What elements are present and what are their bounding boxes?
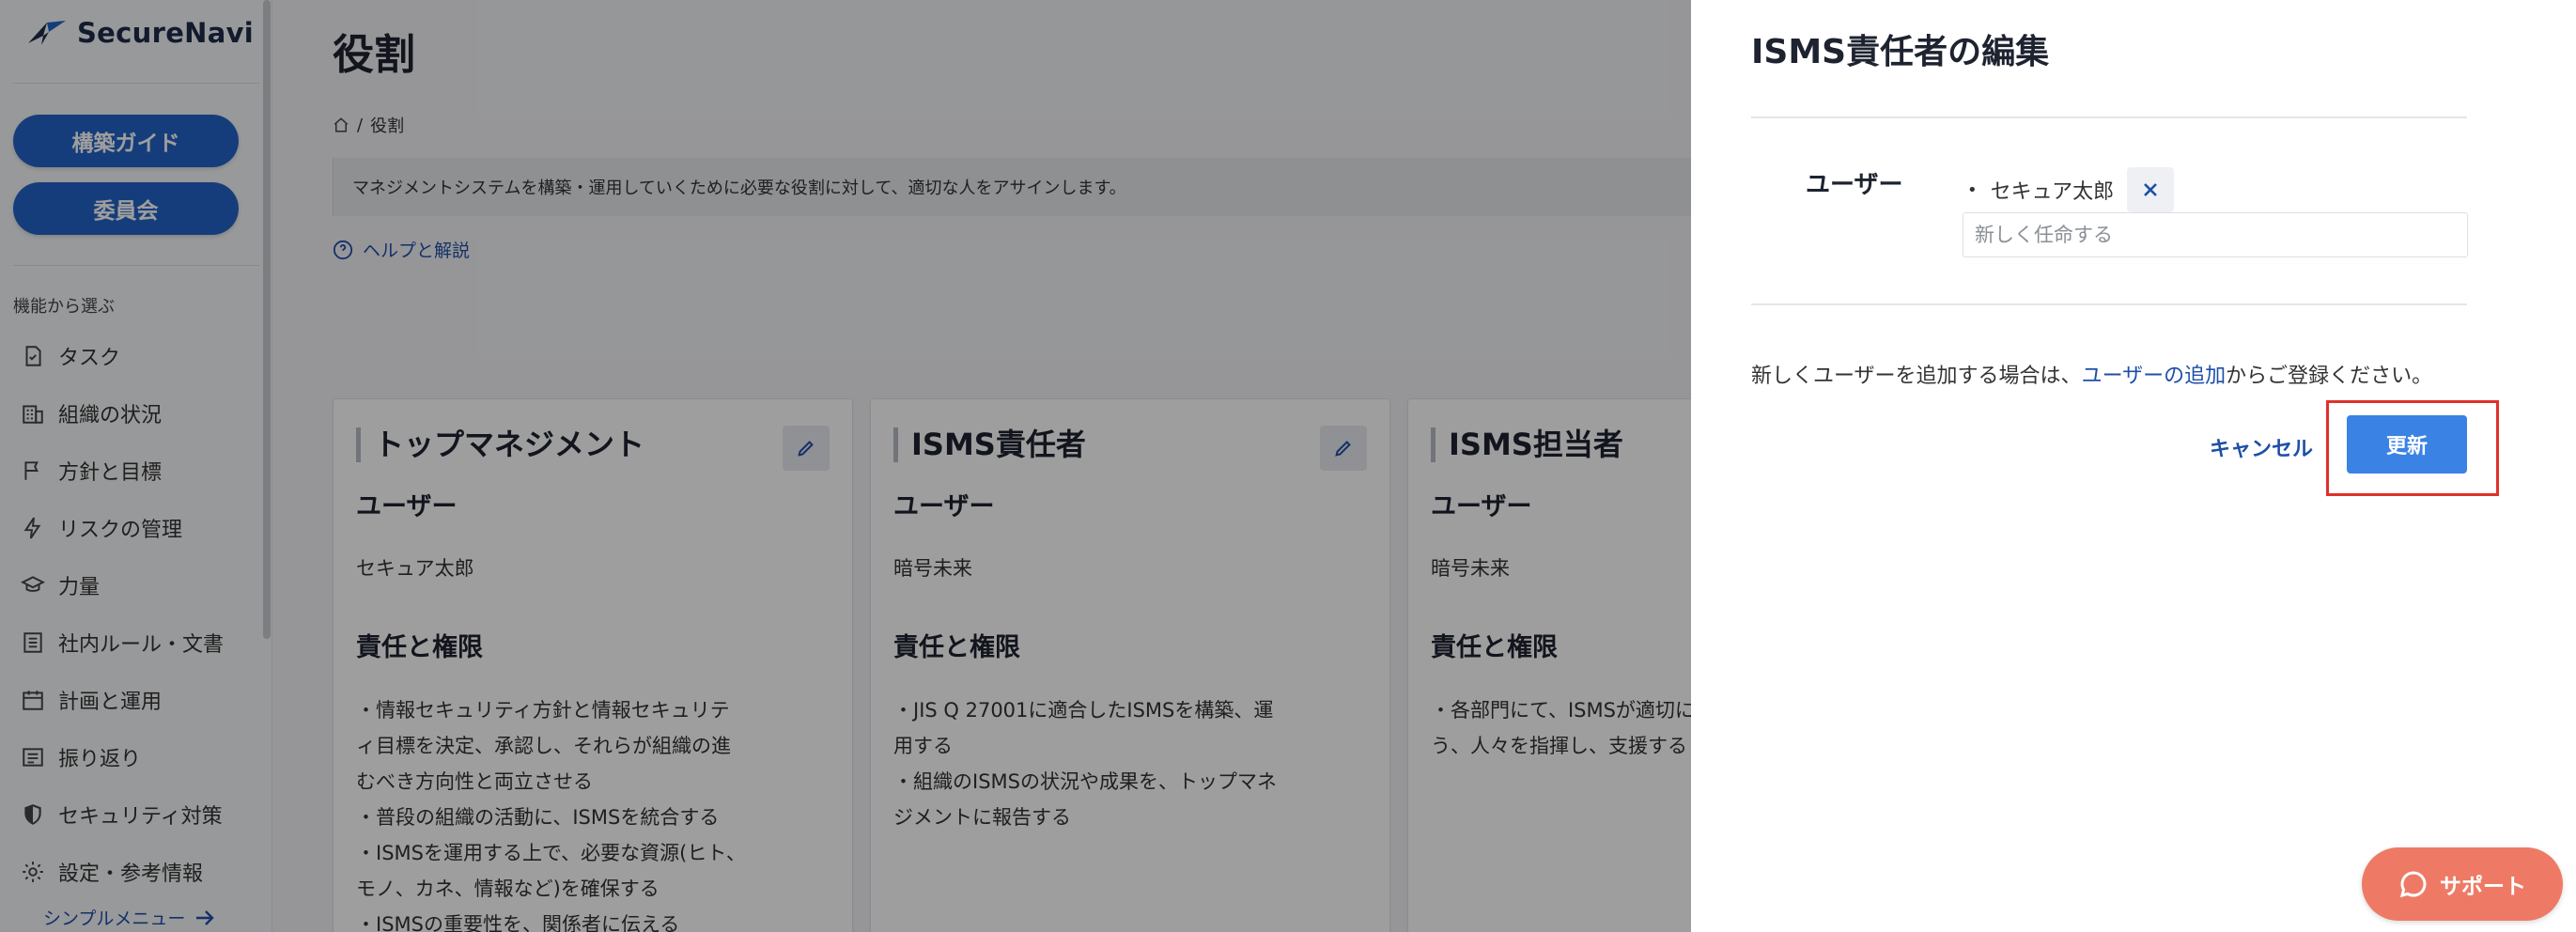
appoint-user-input[interactable] (1963, 212, 2468, 257)
remove-user-button[interactable] (2127, 167, 2175, 212)
edit-drawer: ISMS責任者の編集 ユーザー • セキュア太郎 新しくユーザーを追加する場合は… (1691, 0, 2576, 932)
update-button[interactable]: 更新 (2347, 415, 2467, 474)
modal-backdrop[interactable] (0, 0, 1691, 932)
assigned-user-chip: • セキュア太郎 (1967, 167, 2175, 212)
user-field-label: ユーザー (1806, 171, 1903, 199)
drawer-title: ISMS責任者の編集 (1751, 33, 2050, 71)
cancel-button[interactable]: キャンセル (2210, 432, 2313, 462)
support-button[interactable]: サポート (2362, 847, 2563, 921)
drawer-divider (1751, 303, 2467, 305)
close-icon (2144, 183, 2158, 196)
note-prefix: 新しくユーザーを追加する場合は、 (1751, 365, 2082, 388)
support-label: サポート (2440, 875, 2526, 899)
bullet: • (1967, 179, 1978, 200)
add-user-note: 新しくユーザーを追加する場合は、ユーザーの追加からご登録ください。 (1751, 359, 2432, 389)
drawer-divider (1751, 116, 2467, 118)
chat-bubble-icon (2399, 871, 2427, 898)
assigned-user-name: セキュア太郎 (1990, 180, 2115, 204)
note-suffix: からご登録ください。 (2226, 365, 2433, 388)
add-user-link[interactable]: ユーザーの追加 (2082, 365, 2227, 388)
